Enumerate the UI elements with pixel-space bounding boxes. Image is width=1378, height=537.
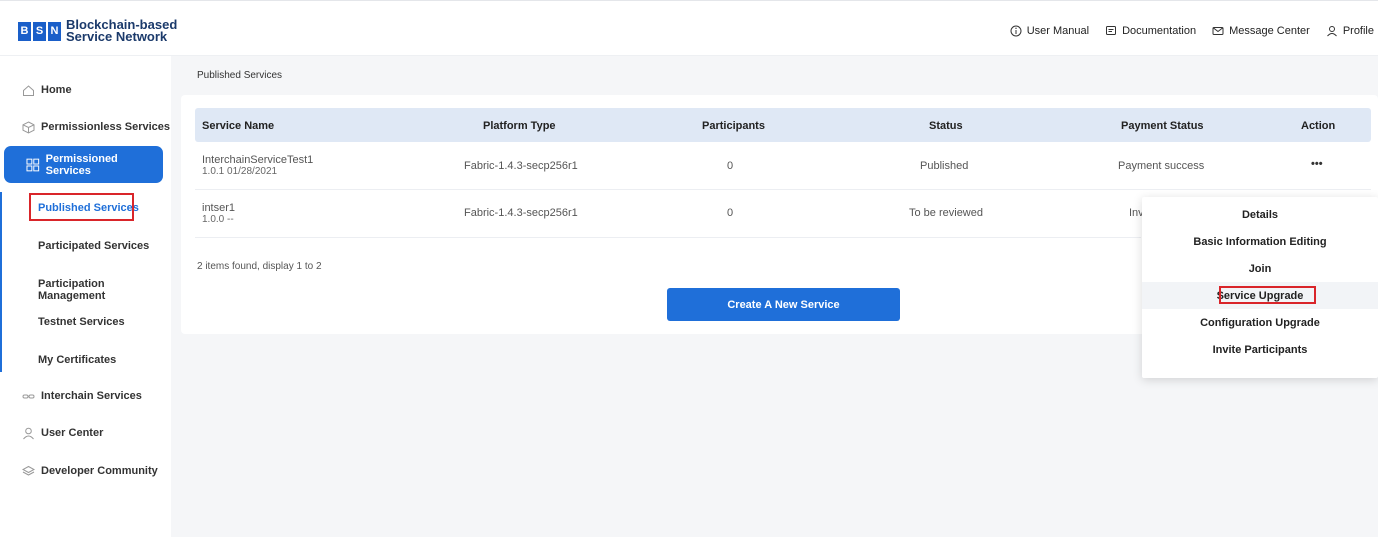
column-status: Status bbox=[929, 120, 963, 132]
row-divider bbox=[195, 237, 1141, 238]
documentation-link[interactable]: Documentation bbox=[1105, 25, 1196, 37]
column-platform-type: Platform Type bbox=[483, 120, 556, 132]
logo-text: Blockchain-based Service Network bbox=[66, 17, 178, 44]
column-participants: Participants bbox=[702, 120, 765, 132]
row1-platform: Fabric-1.4.3-secp256r1 bbox=[464, 160, 578, 172]
user-manual-link[interactable]: User Manual bbox=[1010, 25, 1089, 37]
row2-participants: 0 bbox=[727, 207, 734, 219]
row1-version-date: 1.0.1 01/28/2021 bbox=[202, 166, 278, 177]
row2-version-date: 1.0.0 -- bbox=[202, 214, 234, 225]
chain-icon bbox=[22, 394, 35, 398]
sidebar-subitem-my-certificates[interactable]: My Certificates bbox=[38, 354, 116, 366]
highlight-box-service-upgrade bbox=[1219, 286, 1316, 304]
logo-mark: BSN bbox=[18, 21, 63, 41]
header-links: User Manual Documentation Message Center… bbox=[994, 25, 1374, 37]
create-new-service-button[interactable]: Create A New Service bbox=[667, 288, 900, 321]
profile-link[interactable]: Profile bbox=[1326, 25, 1374, 37]
sidebar-item-interchain[interactable]: Interchain Services bbox=[0, 378, 171, 414]
menu-item-details[interactable]: Details bbox=[1142, 201, 1378, 228]
sidebar: Home Permissionless Services Permissione… bbox=[0, 56, 171, 537]
layers-icon bbox=[22, 465, 35, 476]
top-bar: BSN Blockchain-based Service Network Use… bbox=[0, 0, 1378, 56]
document-icon bbox=[1106, 26, 1117, 35]
row-divider bbox=[195, 189, 1371, 190]
menu-item-join[interactable]: Join bbox=[1142, 255, 1378, 282]
row1-payment: Payment success bbox=[1118, 160, 1205, 172]
pagination-summary: 2 items found, display 1 to 2 bbox=[197, 261, 322, 272]
highlight-box-published bbox=[29, 193, 134, 221]
breadcrumb: Published Services bbox=[197, 70, 283, 81]
column-payment-status: Payment Status bbox=[1121, 120, 1204, 132]
sidebar-item-permissionless[interactable]: Permissionless Services bbox=[0, 109, 171, 145]
row2-service-name[interactable]: intser1 bbox=[202, 202, 235, 214]
home-icon bbox=[23, 84, 34, 96]
row1-more-actions-icon[interactable]: ••• bbox=[1311, 158, 1323, 170]
column-service-name: Service Name bbox=[202, 120, 275, 132]
menu-item-configuration-upgrade[interactable]: Configuration Upgrade bbox=[1142, 309, 1378, 336]
row1-service-name[interactable]: InterchainServiceTest1 bbox=[202, 154, 313, 166]
sidebar-subitem-participated-services[interactable]: Participated Services bbox=[38, 240, 149, 252]
message-center-link[interactable]: Message Center bbox=[1212, 25, 1310, 37]
sidebar-item-user-center[interactable]: User Center bbox=[0, 415, 171, 451]
sidebar-item-permissioned[interactable]: Permissioned Services bbox=[4, 146, 163, 183]
sidebar-subitem-participation-management[interactable]: Participation Management bbox=[38, 278, 171, 302]
sidebar-subitem-testnet-services[interactable]: Testnet Services bbox=[38, 316, 125, 328]
user-icon bbox=[1326, 26, 1337, 37]
column-action: Action bbox=[1301, 120, 1336, 132]
row1-status: Published bbox=[920, 160, 969, 172]
grid-icon bbox=[26, 158, 40, 171]
info-circle-icon bbox=[1010, 25, 1022, 37]
row2-status: To be reviewed bbox=[909, 207, 983, 219]
sidebar-item-home[interactable]: Home bbox=[0, 72, 171, 108]
menu-item-basic-info-editing[interactable]: Basic Information Editing bbox=[1142, 228, 1378, 255]
sidebar-item-developer-community[interactable]: Developer Community bbox=[0, 453, 171, 489]
bsn-logo[interactable]: BSN Blockchain-based Service Network bbox=[18, 17, 178, 44]
user-icon bbox=[23, 427, 34, 439]
row2-platform: Fabric-1.4.3-secp256r1 bbox=[464, 207, 578, 219]
menu-item-invite-participants[interactable]: Invite Participants bbox=[1142, 336, 1378, 363]
cube-icon bbox=[22, 120, 35, 134]
mail-icon bbox=[1212, 27, 1224, 35]
row1-participants: 0 bbox=[727, 160, 734, 172]
